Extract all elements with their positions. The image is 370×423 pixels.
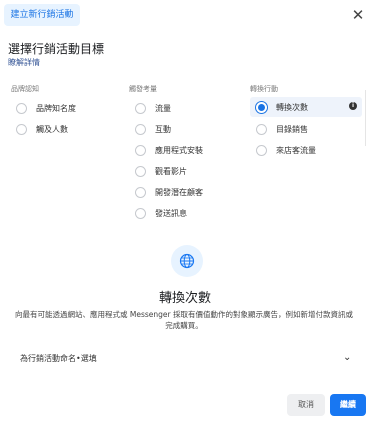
objective-option-lead-generation[interactable]: 開發潛在顧客 — [135, 183, 240, 201]
radio-button-selected[interactable] — [256, 101, 267, 113]
option-label: 應用程式安裝 — [155, 145, 203, 155]
page-title: 選擇行銷活動目標 — [8, 42, 105, 56]
objective-option-messages[interactable]: 發送訊息 — [135, 204, 240, 222]
campaign-naming-expander[interactable]: 為行銷活動命名•選填 ⌄ — [0, 344, 370, 372]
learn-more-link[interactable]: 瞭解詳情 — [8, 57, 40, 68]
radio-button[interactable] — [135, 207, 146, 219]
objective-option-reach[interactable]: 觸及人數 — [16, 120, 111, 138]
info-icon[interactable]: i — [349, 102, 357, 110]
radio-button[interactable] — [16, 123, 27, 135]
option-label: 目錄銷售 — [276, 124, 308, 134]
globe-icon — [171, 245, 203, 277]
chevron-down-icon[interactable]: ⌄ — [343, 352, 351, 363]
option-label: 互動 — [155, 124, 171, 134]
option-label: 流量 — [155, 103, 171, 113]
close-icon[interactable]: ✕ — [349, 6, 367, 24]
radio-button[interactable] — [256, 144, 267, 156]
radio-button[interactable] — [256, 123, 267, 135]
option-label: 轉換次數 — [276, 102, 308, 112]
objective-option-app-installs[interactable]: 應用程式安裝 — [135, 141, 240, 159]
campaign-naming-label: 為行銷活動命名•選填 — [20, 354, 97, 363]
selected-objective-description: 向最有可能透過網站、應用程式或 Messenger 採取有價值動作的對象顯示廣告… — [15, 310, 353, 330]
objective-option-store-traffic[interactable]: 來店客流量 — [256, 141, 361, 159]
option-label: 來店客流量 — [276, 145, 316, 155]
radio-button[interactable] — [16, 102, 27, 114]
create-campaign-title: 建立新行銷活動 — [4, 4, 80, 26]
radio-button[interactable] — [135, 144, 146, 156]
column-heading-conversion: 轉換行動 — [250, 85, 278, 93]
option-label: 開發潛在顧客 — [155, 187, 203, 197]
selected-objective-title: 轉換次數 — [158, 291, 211, 306]
radio-button[interactable] — [135, 165, 146, 177]
column-heading-awareness: 品牌認知 — [11, 85, 39, 93]
cancel-button[interactable]: 取消 — [287, 394, 325, 416]
objective-option-traffic[interactable]: 流量 — [135, 99, 240, 117]
objective-option-brand-awareness[interactable]: 品牌知名度 — [16, 99, 111, 117]
option-label: 發送訊息 — [155, 208, 187, 218]
radio-button[interactable] — [135, 123, 146, 135]
option-label: 觀看影片 — [155, 166, 187, 176]
radio-button[interactable] — [135, 102, 146, 114]
objective-option-conversions[interactable]: 轉換次數 — [250, 97, 362, 117]
objective-option-engagement[interactable]: 互動 — [135, 120, 240, 138]
objective-option-video-views[interactable]: 觀看影片 — [135, 162, 240, 180]
radio-button[interactable] — [135, 186, 146, 198]
divider — [365, 90, 370, 146]
column-heading-consideration: 觸發考量 — [129, 85, 157, 93]
option-label: 品牌知名度 — [36, 103, 76, 113]
continue-button[interactable]: 繼續 — [330, 394, 366, 416]
objective-option-catalog-sales[interactable]: 目錄銷售 — [256, 120, 361, 138]
option-label: 觸及人數 — [36, 124, 68, 134]
